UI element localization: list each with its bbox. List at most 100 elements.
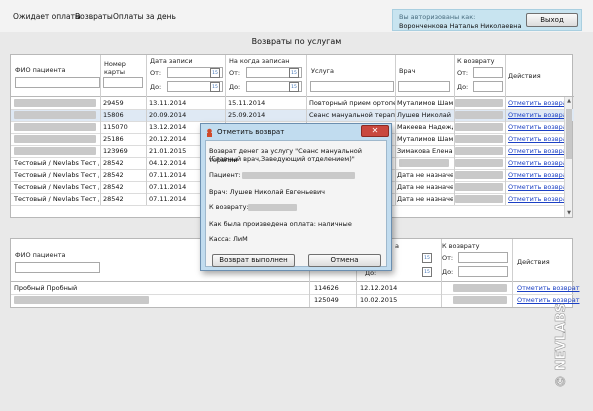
to-return-from-input[interactable] bbox=[458, 252, 508, 263]
mark-return-link[interactable]: Отметить возврат bbox=[506, 169, 571, 181]
menu-item-daily-payments[interactable]: Оплаты за день bbox=[113, 12, 176, 21]
redacted-field bbox=[455, 195, 503, 203]
cell-card: 125049 bbox=[314, 296, 339, 304]
to-return-to-label: До: bbox=[442, 268, 454, 276]
cell-fio: Тестовый / Nevlabs Тест / I bbox=[14, 159, 99, 167]
when-to-label: До: bbox=[229, 83, 241, 91]
cell-fio: Тестовый / Nevlabs Тест / I bbox=[14, 195, 99, 203]
dialog-cashbox: Касса: ЛиМ bbox=[209, 235, 248, 243]
menu-bar: Ожидает оплаты Возвраты Оплаты за день В… bbox=[0, 0, 593, 32]
page-title: Возвраты по услугам bbox=[251, 37, 342, 46]
cell-card: 15806 bbox=[103, 111, 124, 119]
menu-item-returns[interactable]: Возвраты bbox=[75, 12, 113, 21]
column-divider bbox=[395, 55, 396, 205]
to-return-to-label: До: bbox=[457, 83, 469, 91]
redacted-field bbox=[14, 111, 96, 119]
redacted-field bbox=[455, 135, 503, 143]
redacted-field bbox=[242, 172, 355, 179]
redacted-field bbox=[455, 111, 503, 119]
mark-return-link[interactable]: Отметить возврат bbox=[506, 193, 571, 205]
logout-button[interactable]: Выход bbox=[526, 13, 578, 27]
scroll-thumb[interactable] bbox=[566, 109, 572, 159]
scroll-up-icon[interactable]: ▲ bbox=[565, 97, 573, 105]
mark-return-link[interactable]: Отметить возврат bbox=[506, 157, 571, 169]
to-return-to-input[interactable] bbox=[458, 266, 508, 277]
scroll-down-icon[interactable]: ▼ bbox=[565, 209, 573, 217]
return-done-button[interactable]: Возврат выполнен bbox=[212, 254, 295, 267]
cell-card: 28542 bbox=[103, 195, 124, 203]
mark-return-link[interactable]: Отметить возврат bbox=[506, 145, 571, 157]
column-divider bbox=[146, 55, 147, 205]
cell-doctor: Дата не назначен bbox=[397, 171, 453, 179]
cell-doctor: Дата не назначен bbox=[397, 183, 453, 191]
header-partial: а bbox=[395, 242, 399, 250]
cell-doctor: Лушев Николай Е bbox=[397, 111, 453, 119]
cancel-button[interactable]: Отмена bbox=[308, 254, 381, 267]
redacted-field bbox=[14, 296, 149, 304]
header-to-return: К возврату bbox=[457, 57, 495, 65]
cell-record-date: 20.09.2014 bbox=[149, 111, 187, 119]
record-date-to-label: До: bbox=[150, 83, 162, 91]
mark-return-link[interactable]: Отметить возврат bbox=[506, 133, 571, 145]
fio-filter-input[interactable] bbox=[15, 262, 100, 273]
calendar-icon[interactable]: 15 bbox=[422, 267, 432, 277]
calendar-icon[interactable]: 15 bbox=[289, 82, 299, 92]
to-return-from-input[interactable] bbox=[473, 67, 503, 78]
dialog-doctor: Врач: Лушев Николай Евгеньевич bbox=[209, 188, 326, 196]
table-row[interactable]: 125049 10.02.2015 Отметить возврат bbox=[11, 294, 580, 306]
calendar-icon[interactable]: 15 bbox=[289, 68, 299, 78]
doctor-filter-input[interactable] bbox=[398, 81, 450, 92]
mark-return-link[interactable]: Отметить возврат bbox=[506, 121, 571, 133]
redacted-field bbox=[14, 147, 96, 155]
redacted-field bbox=[455, 123, 503, 131]
redacted-field bbox=[455, 183, 503, 191]
cell-record-date: 04.12.2014 bbox=[149, 159, 187, 167]
calendar-icon[interactable]: 15 bbox=[422, 253, 432, 263]
calendar-icon[interactable]: 15 bbox=[210, 82, 220, 92]
vertical-scrollbar[interactable]: ▲ ▼ bbox=[564, 97, 572, 217]
redacted-field bbox=[14, 123, 96, 131]
dialog-patient-label: Пациент: bbox=[209, 171, 241, 179]
redacted-field bbox=[455, 147, 503, 155]
mark-return-link[interactable]: Отметить возврат bbox=[506, 97, 571, 109]
redacted-field bbox=[14, 135, 96, 143]
dialog-body: Возврат денег за услугу "Сеанс мануально… bbox=[205, 140, 387, 267]
close-icon[interactable]: ✕ bbox=[361, 125, 389, 137]
to-return-to-input[interactable] bbox=[473, 81, 503, 92]
cell-date: 12.12.2014 bbox=[360, 284, 398, 292]
redacted-field bbox=[14, 99, 96, 107]
cell-date: 10.02.2015 bbox=[360, 296, 398, 304]
cell-fio: Тестовый / Nevlabs Тест / I bbox=[14, 171, 99, 179]
cell-card: 123969 bbox=[103, 147, 128, 155]
cell-doctor: Зимакова Елена bbox=[397, 147, 453, 155]
fio-filter-input[interactable] bbox=[15, 77, 100, 88]
mark-return-link[interactable]: Отметить возврат bbox=[506, 109, 571, 121]
table-row[interactable]: Пробный Пробный 114626 12.12.2014 Отмети… bbox=[11, 282, 580, 294]
redacted-field bbox=[453, 296, 507, 304]
mark-return-link[interactable]: Отметить возврат bbox=[506, 181, 571, 193]
row-divider bbox=[11, 294, 574, 295]
redacted-field bbox=[455, 99, 503, 107]
column-divider bbox=[441, 239, 442, 307]
header-to-return: К возврату bbox=[442, 242, 480, 250]
redacted-field bbox=[453, 284, 507, 292]
table-row[interactable]: 29459 13.11.2014 15.11.2014 Повторный пр… bbox=[11, 97, 574, 109]
cell-card: 115070 bbox=[103, 123, 128, 131]
cell-when: 25.09.2014 bbox=[228, 111, 266, 119]
menu-item-awaiting-payment[interactable]: Ожидает оплаты bbox=[13, 12, 81, 21]
header-actions: Действия bbox=[517, 258, 550, 266]
cell-record-date: 07.11.2014 bbox=[149, 183, 187, 191]
card-filter-input[interactable] bbox=[103, 77, 143, 88]
dialog-payment-method: Как была произведена оплата: наличные bbox=[209, 220, 352, 228]
table-row-selected[interactable]: 15806 20.09.2014 25.09.2014 Сеанс мануал… bbox=[11, 109, 574, 121]
redacted-field bbox=[455, 171, 503, 179]
cell-doctor: Муталимов Шам bbox=[397, 99, 453, 107]
cell-record-date: 21.01.2015 bbox=[149, 147, 187, 155]
cell-record-date: 07.11.2014 bbox=[149, 195, 187, 203]
cell-service: Сеанс мануальной терапи bbox=[309, 111, 395, 119]
column-divider bbox=[100, 55, 101, 205]
service-filter-input[interactable] bbox=[310, 81, 394, 92]
cell-record-date: 20.12.2014 bbox=[149, 135, 187, 143]
cell-fio: Пробный Пробный bbox=[14, 284, 78, 292]
calendar-icon[interactable]: 15 bbox=[210, 68, 220, 78]
